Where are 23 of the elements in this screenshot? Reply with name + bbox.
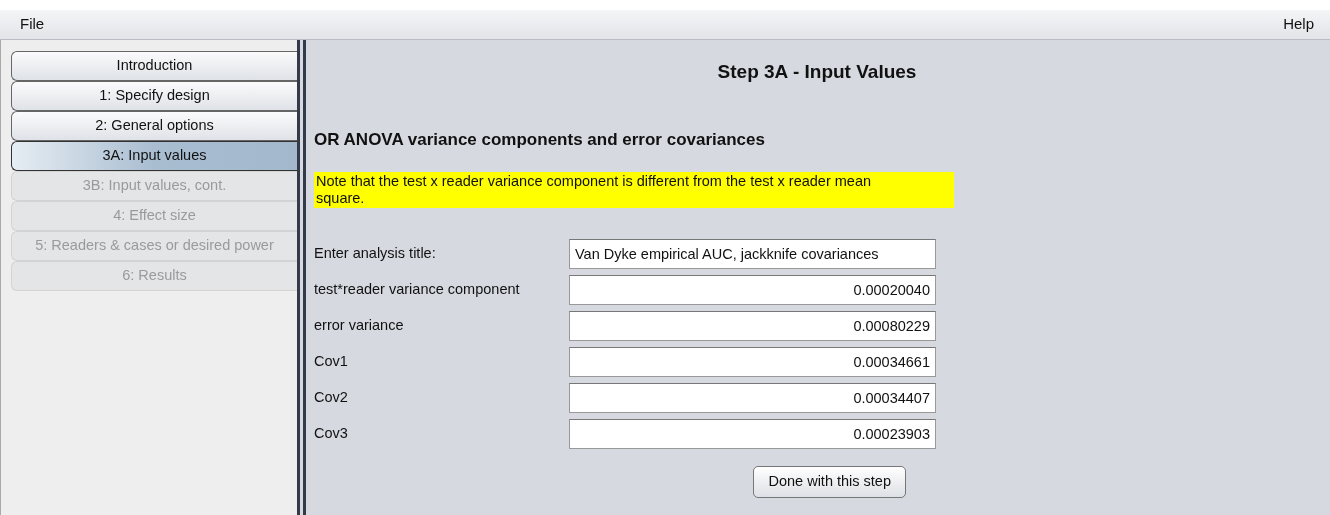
field-label: Cov1 (314, 352, 349, 372)
done-button[interactable]: Done with this step (753, 466, 906, 498)
field-label: Cov2 (314, 388, 349, 408)
menu-item[interactable]: Help (1277, 13, 1320, 36)
page-title: Step 3A - Input Values (716, 60, 918, 84)
input-field[interactable]: 0.00020040 (569, 275, 936, 305)
section-heading: OR ANOVA variance components and error covariances (314, 128, 766, 151)
step-tab[interactable]: 3A: Input values (11, 141, 297, 171)
menu-item[interactable]: File (14, 13, 51, 36)
step-tab[interactable]: 1: Specify design (11, 81, 297, 111)
splitter-handle[interactable] (297, 40, 306, 515)
field-label: Enter analysis title: (314, 244, 437, 264)
input-field[interactable]: 0.00080229 (569, 311, 936, 341)
input-field[interactable]: 0.00034407 (569, 383, 936, 413)
step-tab[interactable]: 2: General options (11, 111, 297, 141)
note-text: Note that the test x reader variance component is different from the test x reader mean square. (314, 172, 954, 208)
step-tab[interactable]: Introduction (11, 51, 297, 81)
input-field[interactable]: 0.00023903 (569, 419, 936, 449)
field-label: Cov3 (314, 424, 349, 444)
input-field[interactable]: Van Dyke empirical AUC, jackknife covariances (569, 239, 936, 269)
field-label: error variance (314, 316, 405, 336)
field-label: test*reader variance component (314, 280, 521, 300)
input-field[interactable]: 0.00034661 (569, 347, 936, 377)
